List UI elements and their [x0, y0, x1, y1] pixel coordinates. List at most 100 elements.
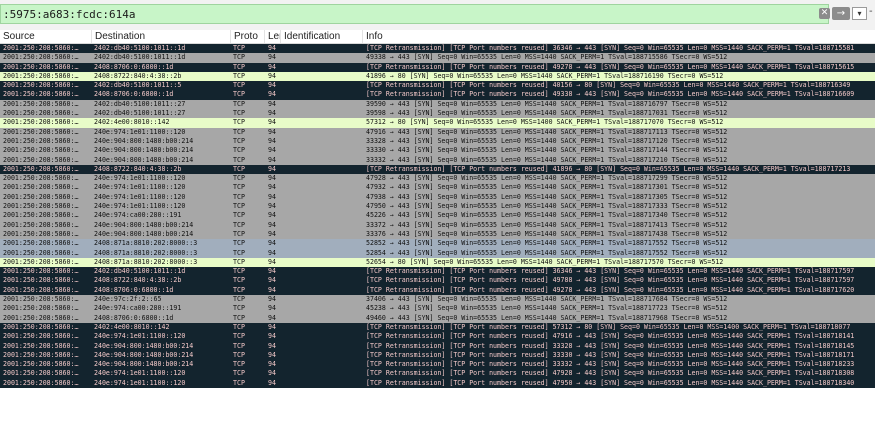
- packet-row[interactable]: 2001:250:208:5860:… 2402:db40:5100:1011::…: [0, 267, 875, 277]
- packet-protocol: TCP: [233, 174, 245, 183]
- packet-row[interactable]: 2001:250:208:5860:… 240e:974:1e01:1100::1…: [0, 332, 875, 342]
- packet-row[interactable]: 2001:250:208:5860:… 2408:8706:0:6800::1d T…: [0, 313, 875, 323]
- display-filter-bar: :5975:a683:fcdc:614a ✕ → ▾ -: [0, 0, 875, 31]
- filter-history-dropdown-icon[interactable]: ▾: [852, 7, 867, 20]
- packet-row[interactable]: 2001:250:208:5860:… 2408:8722:840:4:38::2…: [0, 276, 875, 286]
- column-header-destination[interactable]: Destination: [92, 30, 231, 43]
- packet-row[interactable]: 2001:250:208:5860:… 2408:871a:8810:202:80…: [0, 239, 875, 249]
- packet-protocol: TCP: [233, 136, 245, 145]
- packet-source: 2001:250:208:5860:…: [3, 71, 79, 80]
- packet-row[interactable]: 2001:250:208:5860:… 2408:8706:0:6800::1d T…: [0, 90, 875, 100]
- packet-info: [TCP Retransmission] [TCP Port numbers r…: [366, 341, 855, 350]
- packet-info: 52852 → 443 [SYN] Seq=0 Win=65535 Len=0 …: [366, 239, 728, 248]
- packet-row[interactable]: 2001:250:208:5860:… 240e:904:800:1480:b00…: [0, 360, 875, 370]
- packet-length: 94: [268, 239, 276, 248]
- column-header-protocol[interactable]: Proto: [231, 30, 265, 43]
- packet-row[interactable]: 2001:250:208:5860:… 240e:904:800:1480:b00…: [0, 229, 875, 240]
- packet-destination: 2402:db40:5100:1011::1d: [94, 267, 186, 276]
- packet-row[interactable]: 2001:250:208:5860:… 2402:db40:5100:1011::…: [0, 109, 875, 119]
- packet-row[interactable]: 2001:250:208:5860:… 240e:974:1e01:1100::1…: [0, 127, 875, 137]
- packet-protocol: TCP: [233, 211, 245, 220]
- packet-row[interactable]: 2001:250:208:5860:… 240e:97c:2f:2::65 TCP 9…: [0, 295, 875, 305]
- packet-info: 45226 → 443 [SYN] Seq=0 Win=65535 Len=0 …: [366, 211, 728, 220]
- column-header-length[interactable]: Ler: [265, 30, 281, 43]
- packet-row[interactable]: 2001:250:208:5860:… 2402:4e00:8010::142 TC…: [0, 118, 875, 128]
- packet-source: 2001:250:208:5860:…: [3, 369, 79, 378]
- packet-row[interactable]: 2001:250:208:5860:… 240e:974:1e01:1100::1…: [0, 192, 875, 203]
- packet-protocol: TCP: [233, 118, 245, 127]
- packet-source: 2001:250:208:5860:…: [3, 155, 79, 164]
- packet-destination: 240e:974:1e01:1100::120: [94, 378, 186, 387]
- clear-filter-icon[interactable]: ✕: [819, 8, 830, 19]
- packet-info: [TCP Retransmission] [TCP Port numbers r…: [366, 81, 851, 90]
- packet-destination: 2408:8722:840:4:38::2b: [94, 71, 182, 80]
- packet-info: [TCP Retransmission] [TCP Port numbers r…: [366, 276, 855, 285]
- packet-row[interactable]: 2001:250:208:5860:… 240e:974:1e01:1100::1…: [0, 369, 875, 379]
- display-filter-text: :5975:a683:fcdc:614a: [3, 8, 136, 21]
- packet-row[interactable]: 2001:250:208:5860:… 240e:904:800:1480:b00…: [0, 136, 875, 147]
- packet-row[interactable]: 2001:250:208:5860:… 240e:904:800:1480:b00…: [0, 146, 875, 156]
- packet-row[interactable]: 2001:250:208:5860:… 2408:8706:0:6800::1d T…: [0, 62, 875, 72]
- column-header-source[interactable]: Source: [0, 30, 92, 43]
- packet-row[interactable]: 2001:250:208:5860:… 240e:904:800:1480:b00…: [0, 341, 875, 351]
- packet-row[interactable]: 2001:250:208:5860:… 240e:904:800:1480:b00…: [0, 155, 875, 165]
- display-filter-input[interactable]: :5975:a683:fcdc:614a: [0, 4, 829, 24]
- packet-row[interactable]: 2001:250:208:5860:… 240e:974:1e01:1100::1…: [0, 183, 875, 193]
- packet-protocol: TCP: [233, 220, 245, 229]
- packet-row[interactable]: 2001:250:208:5860:… 2402:db40:5100:1011::…: [0, 53, 875, 63]
- column-header-identification[interactable]: Identification: [281, 30, 363, 43]
- packet-source: 2001:250:208:5860:…: [3, 127, 79, 136]
- packet-row[interactable]: 2001:250:208:5860:… 2408:8722:840:4:38::2…: [0, 71, 875, 82]
- column-header-info[interactable]: Info: [363, 30, 875, 43]
- packet-length: 94: [268, 304, 276, 313]
- packet-row[interactable]: 2001:250:208:5860:… 240e:904:800:1480:b00…: [0, 350, 875, 361]
- packet-destination: 240e:974:1e01:1100::120: [94, 202, 186, 211]
- packet-destination: 240e:904:800:1480:b00:214: [94, 229, 194, 238]
- packet-row[interactable]: 2001:250:208:5860:… 240e:974:1e01:1100::1…: [0, 174, 875, 184]
- packet-row[interactable]: 2001:250:208:5860:… 240e:974:1e01:1100::1…: [0, 378, 875, 388]
- packet-list[interactable]: 2001:250:208:5860:…2402:db40:5100:1011::…: [0, 44, 875, 436]
- packet-info: 47938 → 443 [SYN] Seq=0 Win=65535 Len=0 …: [366, 192, 728, 201]
- packet-info: [TCP Retransmission] [TCP Port numbers r…: [366, 44, 855, 52]
- packet-source: 2001:250:208:5860:…: [3, 295, 79, 304]
- apply-filter-icon[interactable]: →: [832, 7, 850, 20]
- packet-row[interactable]: 2001:250:208:5860:… 2402:db40:5100:1011::…: [0, 99, 875, 110]
- packet-destination: 240e:974:1e01:1100::120: [94, 332, 186, 341]
- packet-length: 94: [268, 248, 276, 257]
- packet-source: 2001:250:208:5860:…: [3, 192, 79, 201]
- packet-destination: 2408:871a:8810:202:8000::3: [94, 257, 198, 266]
- packet-row[interactable]: 2001:250:208:5860:… 240e:904:800:1480:b00…: [0, 220, 875, 230]
- packet-source: 2001:250:208:5860:…: [3, 44, 79, 52]
- packet-row[interactable]: 2001:250:208:5860:… 240e:974:ca00:280::19…: [0, 211, 875, 221]
- packet-length: 94: [268, 146, 276, 155]
- packet-length: 94: [268, 183, 276, 192]
- packet-info: [TCP Retransmission] [TCP Port numbers r…: [366, 90, 855, 99]
- packet-row[interactable]: 2001:250:208:5860:… 2408:8722:840:4:38::2…: [0, 164, 875, 175]
- packet-protocol: TCP: [233, 341, 245, 350]
- packet-info: 57312 → 80 [SYN] Seq=0 Win=65535 Len=0 M…: [366, 118, 724, 127]
- packet-row[interactable]: 2001:250:208:5860:… 2402:db40:5100:1011::…: [0, 81, 875, 91]
- packet-source: 2001:250:208:5860:…: [3, 136, 79, 145]
- packet-row[interactable]: 2001:250:208:5860:… 2408:871a:8810:202:80…: [0, 248, 875, 258]
- packet-row[interactable]: 2001:250:208:5860:… 2402:4e00:8010::142 TC…: [0, 322, 875, 333]
- packet-length: 94: [268, 155, 276, 164]
- packet-protocol: TCP: [233, 285, 245, 294]
- packet-destination: 240e:974:ca00:280::191: [94, 211, 182, 220]
- packet-destination: 240e:974:1e01:1100::120: [94, 183, 186, 192]
- packet-row[interactable]: 2001:250:208:5860:… 2402:db40:5100:1011::…: [0, 44, 875, 54]
- packet-row[interactable]: 2001:250:208:5860:… 240e:974:1e01:1100::1…: [0, 202, 875, 212]
- packet-info: 41896 → 80 [SYN] Seq=0 Win=65535 Len=0 M…: [366, 71, 724, 80]
- packet-row[interactable]: 2001:250:208:5860:… 240e:974:ca00:280::19…: [0, 304, 875, 314]
- packet-protocol: TCP: [233, 313, 245, 322]
- packet-info: 33372 → 443 [SYN] Seq=0 Win=65535 Len=0 …: [366, 220, 728, 229]
- packet-source: 2001:250:208:5860:…: [3, 378, 79, 387]
- packet-source: 2001:250:208:5860:…: [3, 220, 79, 229]
- packet-info: 52654 → 80 [SYN] Seq=0 Win=65535 Len=0 M…: [366, 257, 724, 266]
- packet-row[interactable]: 2001:250:208:5860:… 2408:871a:8810:202:80…: [0, 257, 875, 268]
- packet-length: 94: [268, 44, 276, 52]
- packet-destination: 240e:904:800:1480:b00:214: [94, 220, 194, 229]
- packet-row[interactable]: 2001:250:208:5860:… 2408:8706:0:6800::1d T…: [0, 285, 875, 296]
- packet-length: 94: [268, 174, 276, 183]
- packet-protocol: TCP: [233, 81, 245, 90]
- packet-source: 2001:250:208:5860:…: [3, 350, 79, 359]
